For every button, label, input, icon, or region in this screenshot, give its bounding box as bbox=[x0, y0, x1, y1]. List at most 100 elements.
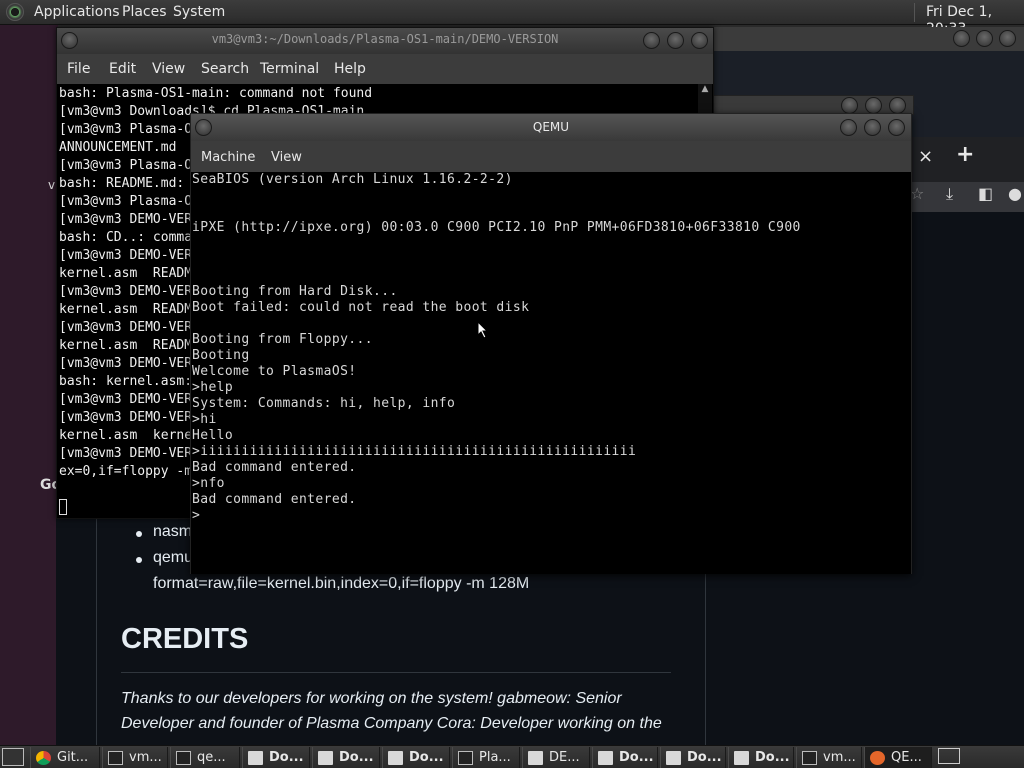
bookmark-star-icon[interactable]: ☆ bbox=[910, 184, 924, 203]
folder-icon bbox=[388, 750, 403, 765]
sidebar-fragment: v bbox=[48, 178, 56, 192]
minimize-button[interactable] bbox=[953, 30, 970, 47]
close-button[interactable] bbox=[691, 32, 708, 49]
menu-search[interactable]: Search bbox=[201, 61, 249, 77]
folder-icon bbox=[528, 750, 543, 765]
credits-text-line-1: Thanks to our developers for working on … bbox=[121, 690, 622, 707]
applications-menu[interactable]: Applications bbox=[34, 4, 120, 21]
terminal-line: ANNOUNCEMENT.md bbox=[59, 140, 177, 155]
taskbar-item-label: Do... bbox=[409, 750, 444, 765]
taskbar-item[interactable]: Do... bbox=[660, 747, 726, 768]
taskbar-item-label: Do... bbox=[755, 750, 790, 765]
taskbar-item-label: DE... bbox=[549, 750, 580, 765]
taskbar-item[interactable]: Do... bbox=[728, 747, 794, 768]
menu-view[interactable]: View bbox=[152, 61, 185, 77]
terminal-icon bbox=[108, 750, 123, 765]
vm-output-line: Booting from Hard Disk... bbox=[192, 284, 398, 299]
menu-file[interactable]: File bbox=[67, 61, 90, 77]
vm-output-line: >iiiiiiiiiiiiiiiiiiiiiiiiiiiiiiiiiiiiiii… bbox=[192, 444, 637, 459]
applications-menu-icon[interactable] bbox=[6, 3, 24, 21]
system-menu[interactable]: System bbox=[173, 4, 225, 21]
terminal-line: [vm3@vm3 DEMO-VER bbox=[59, 356, 193, 371]
menu-edit[interactable]: Edit bbox=[109, 61, 136, 77]
terminal-line: [vm3@vm3 DEMO-VER bbox=[59, 284, 193, 299]
vm-output-line: >help bbox=[192, 380, 234, 395]
menu-terminal[interactable]: Terminal bbox=[260, 61, 319, 77]
terminal-line: bash: Plasma-OS1-main: command not found bbox=[59, 86, 373, 101]
qemu-window: QEMU Machine View SeaBIOS (version Arch … bbox=[190, 113, 912, 574]
maximize-button[interactable] bbox=[976, 30, 993, 47]
readme-bullet-nasm: nasm bbox=[153, 523, 193, 540]
taskbar-item-label: Git... bbox=[57, 750, 89, 765]
terminal-icon bbox=[802, 750, 817, 765]
top-panel: Applications Places System Fri Dec 1, 20… bbox=[0, 0, 1024, 37]
tab-close-icon[interactable]: × bbox=[918, 146, 933, 167]
minimize-button[interactable] bbox=[841, 97, 858, 114]
taskbar-item[interactable]: Git... bbox=[30, 747, 100, 768]
terminal-line: [vm3@vm3 Plasma-O bbox=[59, 194, 193, 209]
taskbar-item[interactable]: Do... bbox=[242, 747, 310, 768]
close-button[interactable] bbox=[999, 30, 1016, 47]
taskbar-item[interactable]: Do... bbox=[592, 747, 658, 768]
terminal-line: bash: CD..: comma bbox=[59, 230, 193, 245]
sidebar-icon[interactable]: ◧ bbox=[978, 184, 993, 203]
vm-output-line: iPXE (http://ipxe.org) 00:03.0 C900 PCI2… bbox=[192, 220, 801, 235]
maximize-button[interactable] bbox=[864, 119, 881, 136]
minimize-button[interactable] bbox=[643, 32, 660, 49]
profile-icon[interactable]: ● bbox=[1008, 184, 1022, 203]
terminal-line: kernel.asm READM bbox=[59, 302, 193, 317]
bottom-taskbar: Git... vm... qe... Do... Do... Do... Pla… bbox=[0, 745, 1024, 768]
menu-view[interactable]: View bbox=[271, 150, 302, 165]
taskbar-item-active[interactable]: QE... bbox=[864, 747, 932, 768]
terminal-titlebar[interactable]: vm3@vm3:~/Downloads/Plasma-OS1-main/DEMO… bbox=[57, 28, 713, 54]
terminal-line: [vm3@vm3 DEMO-VER bbox=[59, 248, 193, 263]
maximize-button[interactable] bbox=[667, 32, 684, 49]
terminal-icon bbox=[458, 750, 473, 765]
taskbar-item-label: Do... bbox=[687, 750, 722, 765]
panel-separator bbox=[914, 3, 915, 22]
vm-output-line: >hi bbox=[192, 412, 217, 427]
taskbar-item[interactable]: Pla... bbox=[452, 747, 520, 768]
taskbar-item-label: Do... bbox=[339, 750, 374, 765]
taskbar-item[interactable]: qe... bbox=[170, 747, 240, 768]
close-button[interactable] bbox=[889, 97, 906, 114]
mouse-pointer-icon bbox=[477, 321, 489, 339]
vm-output-line: Bad command entered. bbox=[192, 460, 357, 475]
close-button[interactable] bbox=[888, 119, 905, 136]
terminal-line: [vm3@vm3 Plasma-O bbox=[59, 158, 193, 173]
show-desktop-icon[interactable] bbox=[2, 748, 24, 766]
taskbar-item[interactable]: vm... bbox=[796, 747, 862, 768]
vm-output-line: Bad command entered. bbox=[192, 492, 357, 507]
heading-divider bbox=[121, 672, 671, 673]
menu-machine[interactable]: Machine bbox=[201, 150, 255, 165]
terminal-line: [vm3@vm3 DEMO-VER bbox=[59, 212, 193, 227]
chrome-icon bbox=[36, 750, 51, 765]
taskbar-item[interactable]: vm... bbox=[102, 747, 168, 768]
taskbar-item-label: Do... bbox=[269, 750, 304, 765]
taskbar-item[interactable]: Do... bbox=[382, 747, 450, 768]
terminal-line: [vm3@vm3 DEMO-VER bbox=[59, 410, 193, 425]
vm-output-line: > bbox=[192, 508, 201, 523]
taskbar-item-label: qe... bbox=[197, 750, 226, 765]
taskbar-item[interactable]: Do... bbox=[312, 747, 380, 768]
folder-icon bbox=[666, 750, 681, 765]
download-icon[interactable]: ⤓ bbox=[946, 184, 953, 204]
places-menu[interactable]: Places bbox=[122, 4, 167, 21]
taskbar-item[interactable]: DE... bbox=[522, 747, 590, 768]
background-window-titlebar[interactable] bbox=[700, 95, 914, 115]
scroll-up-icon[interactable]: ▲ bbox=[698, 84, 712, 98]
desktop-background bbox=[0, 25, 58, 745]
menu-help[interactable]: Help bbox=[334, 61, 366, 77]
bullet-dot bbox=[136, 557, 142, 563]
terminal-menubar: File Edit View Search Terminal Help bbox=[57, 54, 713, 84]
terminal-line: bash: README.md: bbox=[59, 176, 185, 191]
vm-output-line: Boot failed: could not read the boot dis… bbox=[192, 300, 530, 315]
qemu-titlebar[interactable]: QEMU bbox=[191, 114, 911, 141]
qemu-display[interactable]: SeaBIOS (version Arch Linux 1.16.2-2-2) … bbox=[191, 172, 911, 574]
terminal-line: [vm3@vm3 Plasma-O bbox=[59, 122, 193, 137]
maximize-button[interactable] bbox=[865, 97, 882, 114]
new-tab-icon[interactable]: + bbox=[956, 142, 974, 167]
workspace-switcher-icon[interactable] bbox=[938, 748, 960, 764]
readme-bullet-qemu-args: format=raw,file=kernel.bin,index=0,if=fl… bbox=[153, 575, 530, 592]
minimize-button[interactable] bbox=[840, 119, 857, 136]
